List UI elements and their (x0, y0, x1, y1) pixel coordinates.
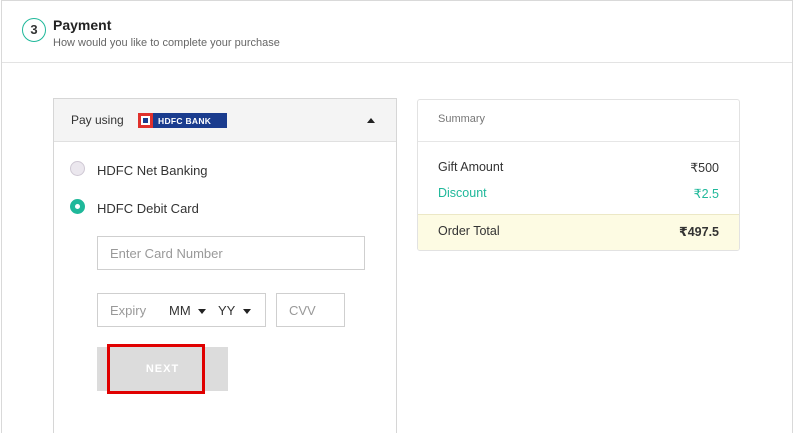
step-number-badge: 3 (22, 18, 46, 42)
cvv-input[interactable]: CVV (276, 293, 345, 327)
discount-row: Discount ₹2.5 (438, 186, 719, 201)
debit-card-radio[interactable] (70, 199, 85, 214)
order-total-label: Order Total (438, 224, 500, 238)
debit-card-label[interactable]: HDFC Debit Card (97, 201, 199, 216)
caret-down-icon[interactable] (243, 309, 251, 314)
caret-down-icon[interactable] (198, 309, 206, 314)
section-subtitle: How would you like to complete your purc… (53, 37, 280, 49)
net-banking-radio[interactable] (70, 161, 85, 176)
highlight-box (107, 344, 205, 394)
card-number-input[interactable]: Enter Card Number (97, 236, 365, 270)
gift-amount-row: Gift Amount ₹500 (438, 160, 719, 175)
order-total-value: ₹497.5 (679, 225, 719, 239)
chevron-up-icon[interactable] (367, 118, 375, 123)
payment-header: 3 Payment How would you like to complete… (2, 1, 792, 63)
payment-method-header[interactable]: Pay using HDFC BANK (54, 99, 396, 142)
expiry-month-select[interactable]: MM (169, 303, 191, 318)
net-banking-label[interactable]: HDFC Net Banking (97, 163, 208, 178)
order-summary-card: Summary Gift Amount ₹500 Discount ₹2.5 O… (417, 99, 740, 251)
discount-value: ₹2.5 (693, 187, 719, 201)
order-total-row: Order Total ₹497.5 (438, 224, 719, 239)
gift-amount-value: ₹500 (690, 161, 719, 175)
summary-header: Summary (418, 100, 739, 142)
expiry-label: Expiry (110, 303, 147, 318)
expiry-year-select[interactable]: YY (218, 303, 235, 318)
expiry-field: Expiry MM YY (97, 293, 266, 327)
payment-method-panel: Pay using HDFC BANK HDFC Net Banking HDF… (53, 98, 397, 433)
summary-title: Summary (438, 113, 486, 125)
gift-amount-label: Gift Amount (438, 160, 504, 174)
card-number-placeholder: Enter Card Number (110, 246, 223, 261)
discount-label: Discount (438, 186, 487, 200)
cvv-placeholder: CVV (289, 303, 316, 318)
hdfc-logo-mark-icon (138, 113, 153, 128)
section-title: Payment (53, 17, 112, 33)
hdfc-logo-text: HDFC BANK (158, 115, 212, 126)
hdfc-bank-logo: HDFC BANK (138, 113, 227, 128)
pay-using-label: Pay using (71, 113, 124, 127)
